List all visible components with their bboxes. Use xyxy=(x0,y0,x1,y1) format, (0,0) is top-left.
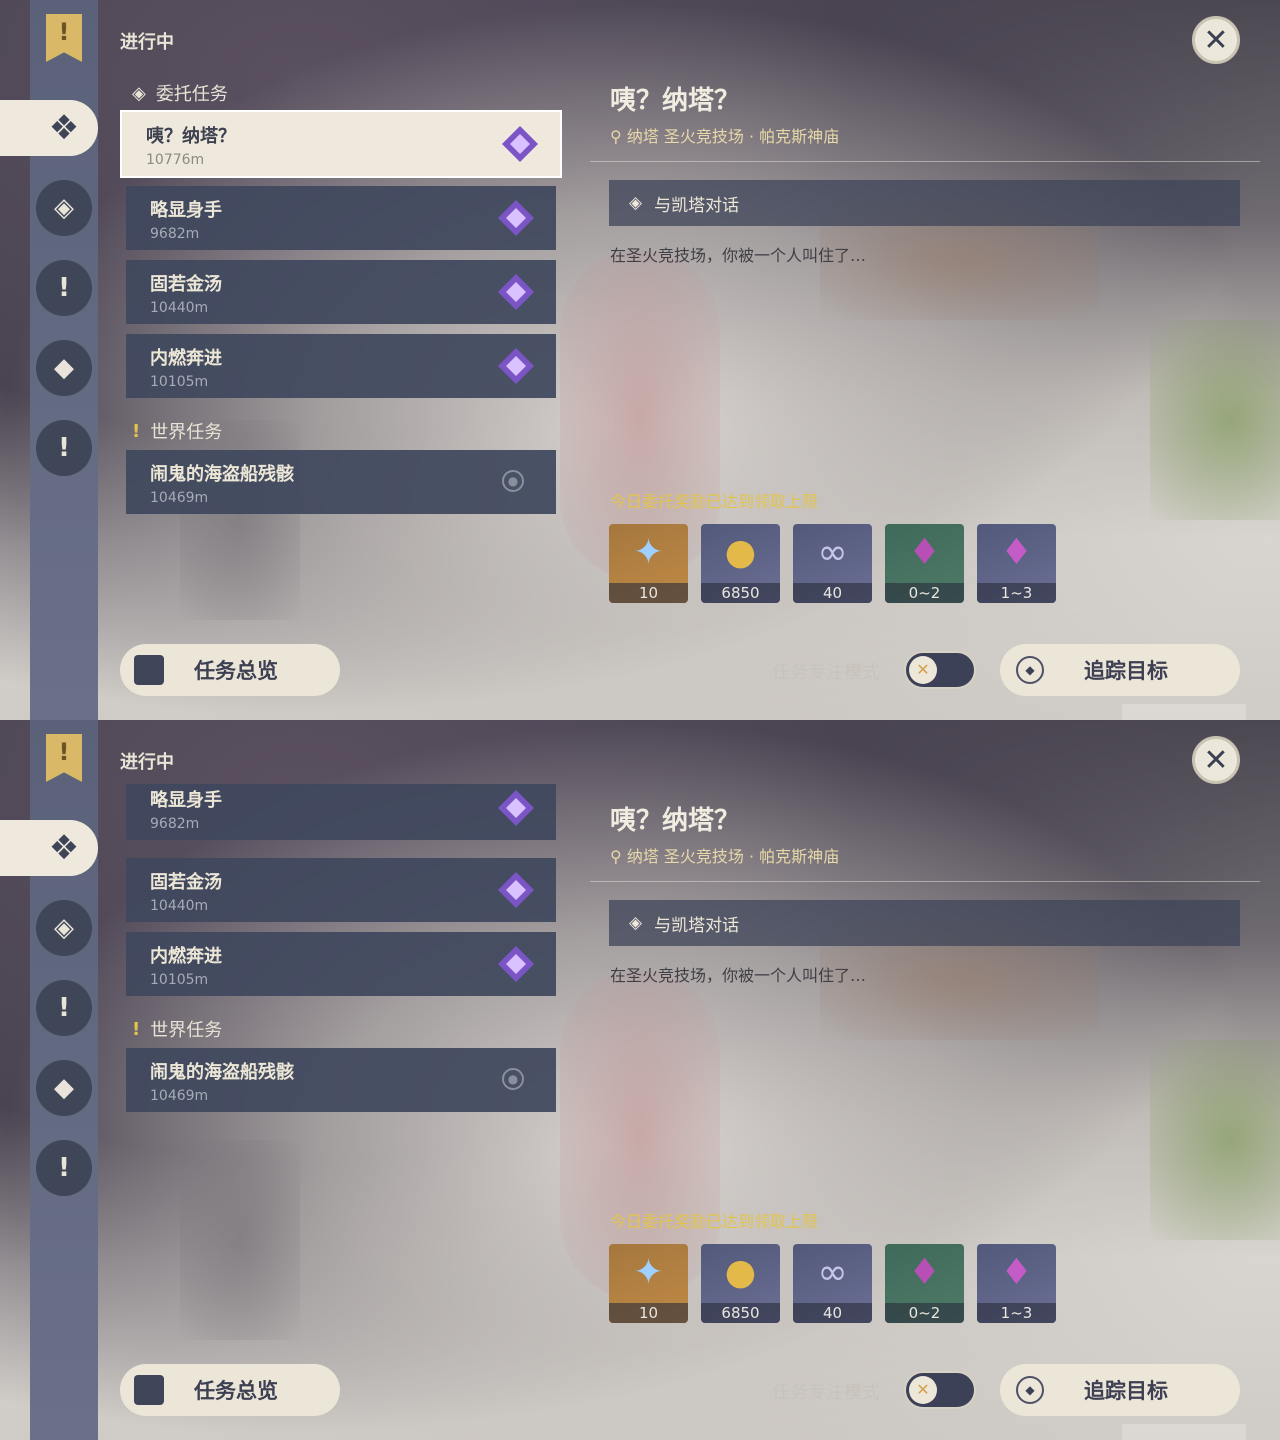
commission-icon: ❖ xyxy=(48,108,80,148)
commission-icon: ❖ xyxy=(48,828,80,868)
detail-description: 在圣火竞技场，你被一个人叫住了… xyxy=(610,246,867,265)
sidebar-tab-story[interactable]: ! xyxy=(36,260,92,316)
sidebar-tab-story[interactable]: ! xyxy=(36,980,92,1036)
crystal-small-icon: ♦ xyxy=(908,1252,941,1293)
reward-mora[interactable]: ● 6850 xyxy=(701,1244,780,1323)
close-button[interactable]: ✕ xyxy=(1192,16,1240,64)
ongoing-header: 进行中 xyxy=(120,32,174,53)
objective-bar: ◈ 与凯塔对话 xyxy=(609,900,1240,946)
sidebar-tab-world[interactable]: ! xyxy=(36,420,92,476)
reward-primogem[interactable]: ✦ 10 xyxy=(609,524,688,603)
quest-list-scroll[interactable]: 略显身手 9682m 固若金汤 10440m 内燃奔进 10105m ! 世界任… xyxy=(126,784,556,1428)
sidebar-tab-event[interactable]: ◆ xyxy=(36,340,92,396)
bottom-bar xyxy=(1122,704,1246,720)
diamond-icon: ◆ xyxy=(1016,1376,1044,1404)
reward-crystal-small[interactable]: ♦ 0~2 xyxy=(885,524,964,603)
quest-item[interactable]: 内燃奔进 10105m xyxy=(126,932,556,996)
commission-gem-icon xyxy=(498,348,534,384)
quest-item[interactable]: 略显身手 9682m xyxy=(126,186,556,250)
commission-gem-icon xyxy=(498,946,534,982)
focus-mode-label: 任务专注模式 xyxy=(772,662,880,683)
quest-screen-bottom: ! ❖ ◈ ! ◆ ! 进行中 略显身手 9682m 固若金汤 10440m 内… xyxy=(0,720,1280,1440)
objective-bar: ◈ 与凯塔对话 xyxy=(609,180,1240,226)
quest-item[interactable]: 略显身手 9682m xyxy=(126,784,556,840)
fellowship-icon: ∞ xyxy=(817,532,848,573)
quest-item[interactable]: 固若金汤 10440m xyxy=(126,260,556,324)
commission-gem-icon xyxy=(498,200,534,236)
reward-crystal-large[interactable]: ♦ 1~3 xyxy=(977,524,1056,603)
track-target-button[interactable]: ◆ 追踪目标 xyxy=(1000,644,1240,696)
diamond-icon: ◆ xyxy=(1016,656,1044,684)
sidebar-tab-archon[interactable]: ◈ xyxy=(36,180,92,236)
crystal-large-icon: ♦ xyxy=(1000,1252,1033,1293)
sidebar-tab-world[interactable]: ! xyxy=(36,1140,92,1196)
reward-crystal-small[interactable]: ♦ 0~2 xyxy=(885,1244,964,1323)
reward-primogem[interactable]: ✦ 10 xyxy=(609,1244,688,1323)
location-pin-icon: ● xyxy=(502,470,524,492)
diamond-icon: ◈ xyxy=(629,193,643,213)
diamond-icon: ◈ xyxy=(629,913,643,933)
commission-gem-icon xyxy=(502,126,538,162)
focus-mode-toggle[interactable]: ✕ xyxy=(904,1371,976,1409)
location-pin-icon: ⚲ xyxy=(610,847,627,866)
location-pin-icon: ⚲ xyxy=(610,127,627,146)
diamond-icon: ◈ xyxy=(132,82,146,104)
detail-title: 咦？纳塔？ xyxy=(610,86,741,116)
quest-item[interactable]: 固若金汤 10440m xyxy=(126,858,556,922)
reward-list: ✦ 10 ● 6850 ∞ 40 ♦ 0~2 ♦ 1~3 xyxy=(609,1244,1056,1323)
detail-title: 咦？纳塔？ xyxy=(610,806,741,836)
detail-location: ⚲ 纳塔 圣火竞技场 · 帕克斯神庙 xyxy=(610,847,840,866)
document-icon xyxy=(134,655,164,685)
fellowship-icon: ∞ xyxy=(817,1252,848,1293)
detail-description: 在圣火竞技场，你被一个人叫住了… xyxy=(610,966,867,985)
quest-item[interactable]: 咦？纳塔？ 10776m xyxy=(120,110,562,178)
quest-item-world[interactable]: 闹鬼的海盗船残骸 10469m ● xyxy=(126,1048,556,1112)
reward-list: ✦ 10 ● 6850 ∞ 40 ♦ 0~2 ♦ 1~3 xyxy=(609,524,1056,603)
primogem-icon: ✦ xyxy=(633,532,664,573)
mora-icon: ● xyxy=(724,532,757,573)
quest-item[interactable]: 内燃奔进 10105m xyxy=(126,334,556,398)
x-icon: ✕ xyxy=(909,1376,937,1404)
detail-location: ⚲ 纳塔 圣火竞技场 · 帕克斯神庙 xyxy=(610,127,840,146)
x-icon: ✕ xyxy=(909,656,937,684)
reward-limit-notice: 今日委托奖励已达到领取上限 xyxy=(610,1212,819,1231)
divider xyxy=(590,161,1260,162)
location-pin-icon: ● xyxy=(502,1068,524,1090)
divider xyxy=(590,881,1260,882)
mora-icon: ● xyxy=(724,1252,757,1293)
reward-fellowship[interactable]: ∞ 40 xyxy=(793,524,872,603)
reward-mora[interactable]: ● 6850 xyxy=(701,524,780,603)
sidebar-tab-event[interactable]: ◆ xyxy=(36,1060,92,1116)
focus-mode-toggle[interactable]: ✕ xyxy=(904,651,976,689)
section-world: ! 世界任务 xyxy=(132,1018,223,1042)
quest-item-world[interactable]: 闹鬼的海盗船残骸 10469m ● xyxy=(126,450,556,514)
focus-mode-label: 任务专注模式 xyxy=(772,1382,880,1403)
ongoing-header: 进行中 xyxy=(120,752,174,773)
commission-gem-icon xyxy=(498,274,534,310)
crystal-small-icon: ♦ xyxy=(908,532,941,573)
reward-fellowship[interactable]: ∞ 40 xyxy=(793,1244,872,1323)
primogem-icon: ✦ xyxy=(633,1252,664,1293)
exclaim-icon: ! xyxy=(132,1018,141,1040)
quest-screen-top: ! ❖ ◈ ! ◆ ! 进行中 ◈ 委托任务 咦？纳塔？ 10776m 略显身手… xyxy=(0,0,1280,720)
quest-overview-button[interactable]: 任务总览 xyxy=(120,1364,340,1416)
reward-limit-notice: 今日委托奖励已达到领取上限 xyxy=(610,492,819,511)
section-world: ! 世界任务 xyxy=(132,420,223,444)
reward-crystal-large[interactable]: ♦ 1~3 xyxy=(977,1244,1056,1323)
bottom-bar xyxy=(1122,1424,1246,1440)
commission-gem-icon xyxy=(498,872,534,908)
exclaim-icon: ! xyxy=(132,420,141,442)
track-target-button[interactable]: ◆ 追踪目标 xyxy=(1000,1364,1240,1416)
commission-gem-icon xyxy=(498,790,534,826)
close-button[interactable]: ✕ xyxy=(1192,736,1240,784)
section-commission: ◈ 委托任务 xyxy=(132,82,228,106)
sidebar-tab-archon[interactable]: ◈ xyxy=(36,900,92,956)
document-icon xyxy=(134,1375,164,1405)
crystal-large-icon: ♦ xyxy=(1000,532,1033,573)
quest-overview-button[interactable]: 任务总览 xyxy=(120,644,340,696)
